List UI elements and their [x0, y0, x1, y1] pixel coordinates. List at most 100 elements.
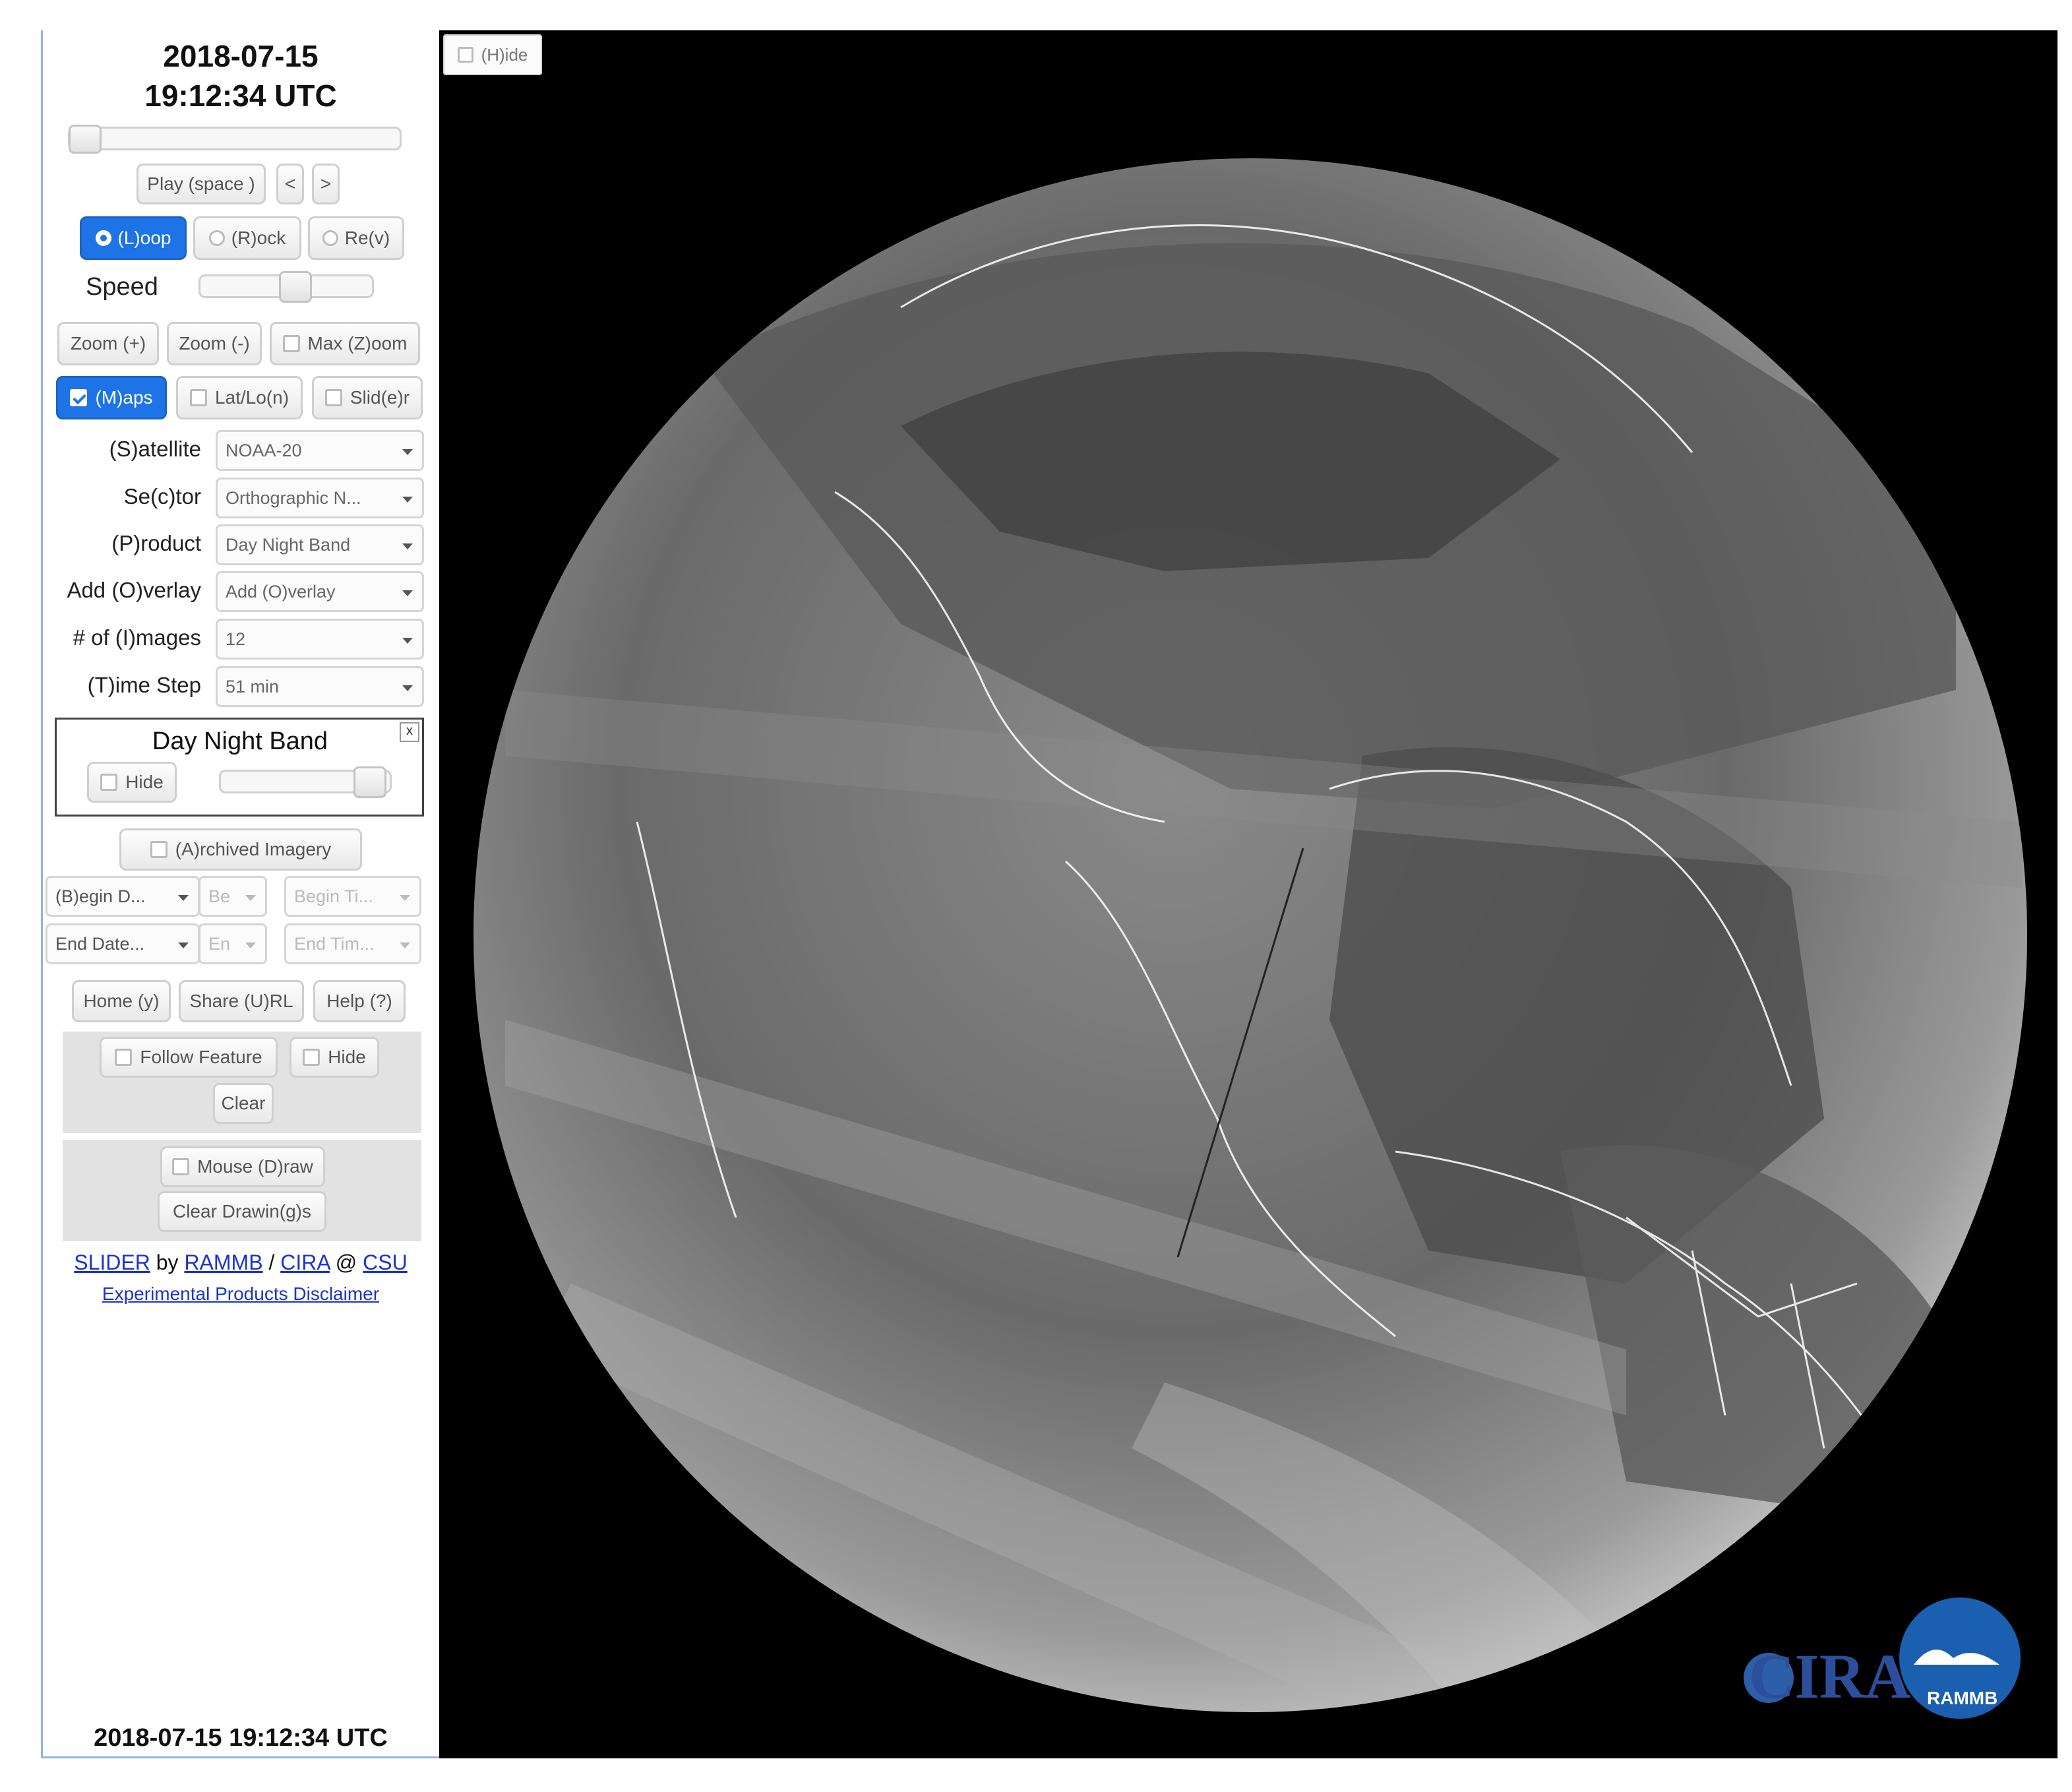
- chevron-down-icon: [402, 497, 413, 503]
- speed-slider-thumb[interactable]: [279, 271, 312, 303]
- radio-icon: [208, 230, 225, 246]
- checkbox-icon: [282, 335, 300, 352]
- chevron-down-icon: [400, 895, 410, 901]
- feature-hide-toggle[interactable]: Hide: [289, 1037, 379, 1078]
- timestep-select[interactable]: 51 min: [216, 666, 424, 707]
- product-select[interactable]: Day Night Band: [216, 524, 424, 565]
- satellite-select[interactable]: NOAA-20: [216, 430, 424, 471]
- overlay-select[interactable]: Add (O)verlay: [216, 571, 424, 612]
- disclaimer-line: Experimental Products Disclaimer: [43, 1283, 439, 1305]
- credits-line: SLIDER by RAMMB / CIRA @ CSU: [43, 1251, 439, 1275]
- chevron-down-icon: [402, 590, 413, 596]
- cira-rammb-logo: CIRA RAMMB: [1744, 1597, 2021, 1719]
- checkbox-icon: [115, 1049, 133, 1066]
- begin-date-select[interactable]: (B)egin D...: [46, 876, 200, 917]
- maps-label: (M)aps: [95, 387, 153, 408]
- slider-label: Slid(e)r: [350, 387, 410, 408]
- header-date: 2018-07-15: [163, 39, 319, 73]
- layer-hide-toggle[interactable]: Hide: [87, 762, 177, 803]
- cira-link[interactable]: CIRA: [280, 1251, 330, 1274]
- overlay-label: Add (O)verlay: [67, 578, 201, 602]
- latlon-label: Lat/Lo(n): [214, 387, 289, 408]
- speed-slider[interactable]: [198, 271, 374, 303]
- disclaimer-link[interactable]: Experimental Products Disclaimer: [102, 1283, 379, 1304]
- follow-feature-toggle[interactable]: Follow Feature: [100, 1037, 278, 1078]
- mouse-draw-label: Mouse (D)raw: [197, 1156, 313, 1177]
- images-label: # of (I)mages: [73, 625, 201, 650]
- time-slider[interactable]: [68, 125, 402, 154]
- next-frame-button[interactable]: >: [312, 164, 340, 204]
- help-button[interactable]: Help (?): [313, 980, 406, 1022]
- rammb-logo-text: RAMMB: [1927, 1688, 1997, 1708]
- map-hide-toggle[interactable]: (H)ide: [443, 34, 542, 75]
- layer-hide-label: Hide: [125, 772, 164, 792]
- begin-hour-select[interactable]: Be: [198, 876, 267, 917]
- chevron-down-icon: [245, 942, 256, 948]
- map-viewer[interactable]: (H)ide CIRA RAMMB: [439, 30, 2057, 1758]
- rock-radio[interactable]: (R)ock: [193, 216, 301, 260]
- sector-value: Orthographic N...: [226, 487, 361, 508]
- prev-frame-button[interactable]: <: [276, 164, 304, 204]
- chevron-down-icon: [178, 942, 189, 948]
- radio-icon: [95, 230, 111, 246]
- checkbox-icon: [150, 841, 168, 858]
- chevron-down-icon: [245, 895, 256, 901]
- chevron-down-icon: [402, 543, 413, 549]
- chevron-down-icon: [400, 942, 410, 948]
- images-select[interactable]: 12: [216, 619, 424, 660]
- timestep-value: 51 min: [226, 676, 280, 696]
- slider-link[interactable]: SLIDER: [74, 1251, 150, 1274]
- timestep-label: (T)ime Step: [87, 673, 201, 697]
- check-icon: [70, 389, 88, 406]
- csu-link[interactable]: CSU: [363, 1251, 408, 1274]
- slider-toggle[interactable]: Slid(e)r: [312, 376, 423, 419]
- begin-time-select[interactable]: Begin Ti...: [284, 876, 421, 917]
- feature-clear-button[interactable]: Clear: [213, 1083, 274, 1124]
- end-hour-select[interactable]: En: [198, 923, 267, 964]
- images-value: 12: [226, 629, 246, 649]
- satellite-label: (S)atellite: [109, 437, 201, 461]
- play-button[interactable]: Play (space ): [137, 164, 266, 204]
- end-date-select[interactable]: End Date...: [46, 923, 200, 964]
- max-zoom-label: Max (Z)oom: [307, 333, 408, 354]
- chevron-down-icon: [178, 895, 189, 901]
- layer-box: Day Night Band x Hide: [55, 718, 424, 817]
- zoom-in-button[interactable]: Zoom (+): [57, 322, 159, 365]
- layer-opacity-thumb[interactable]: [353, 766, 386, 798]
- satellite-value: NOAA-20: [226, 440, 302, 460]
- map-hide-label: (H)ide: [481, 44, 528, 65]
- archived-label: (A)rchived Imagery: [175, 839, 332, 859]
- reverse-label: Re(v): [344, 228, 390, 248]
- reverse-radio[interactable]: Re(v): [308, 216, 404, 260]
- control-panel: 2018-07-15 19:12:34 UTC Play (space ) < …: [41, 30, 439, 1758]
- mouse-draw-toggle[interactable]: Mouse (D)raw: [160, 1146, 325, 1187]
- product-label: (P)roduct: [111, 531, 201, 555]
- archived-imagery-toggle[interactable]: (A)rchived Imagery: [119, 828, 362, 871]
- maps-toggle[interactable]: (M)aps: [56, 376, 167, 419]
- time-slider-thumb[interactable]: [69, 125, 102, 154]
- rammb-link[interactable]: RAMMB: [184, 1251, 262, 1274]
- zoom-out-button[interactable]: Zoom (-): [167, 322, 262, 365]
- max-zoom-button[interactable]: Max (Z)oom: [270, 322, 420, 365]
- end-time-value: End Tim...: [294, 933, 375, 954]
- latlon-toggle[interactable]: Lat/Lo(n): [176, 376, 303, 419]
- close-icon[interactable]: x: [400, 722, 419, 742]
- loop-radio[interactable]: (L)oop: [80, 216, 187, 260]
- end-date-value: End Date...: [55, 933, 145, 954]
- begin-time-value: Begin Ti...: [294, 886, 374, 906]
- checkbox-icon: [457, 47, 473, 63]
- sector-select[interactable]: Orthographic N...: [216, 478, 424, 518]
- follow-feature-label: Follow Feature: [140, 1047, 262, 1067]
- end-hour-value: En: [208, 933, 231, 954]
- end-time-select[interactable]: End Tim...: [284, 923, 421, 964]
- sector-label: Se(c)tor: [123, 484, 201, 509]
- checkbox-icon: [324, 389, 342, 406]
- layer-opacity-slider[interactable]: [219, 766, 392, 798]
- satellite-globe-image[interactable]: [439, 30, 2057, 1758]
- clear-drawings-button[interactable]: Clear Drawin(g)s: [158, 1191, 326, 1232]
- checkbox-icon: [100, 774, 118, 791]
- home-button[interactable]: Home (y): [72, 980, 171, 1022]
- share-url-button[interactable]: Share (U)RL: [179, 980, 304, 1022]
- radio-icon: [322, 230, 338, 246]
- layer-title: Day Night Band: [152, 727, 328, 755]
